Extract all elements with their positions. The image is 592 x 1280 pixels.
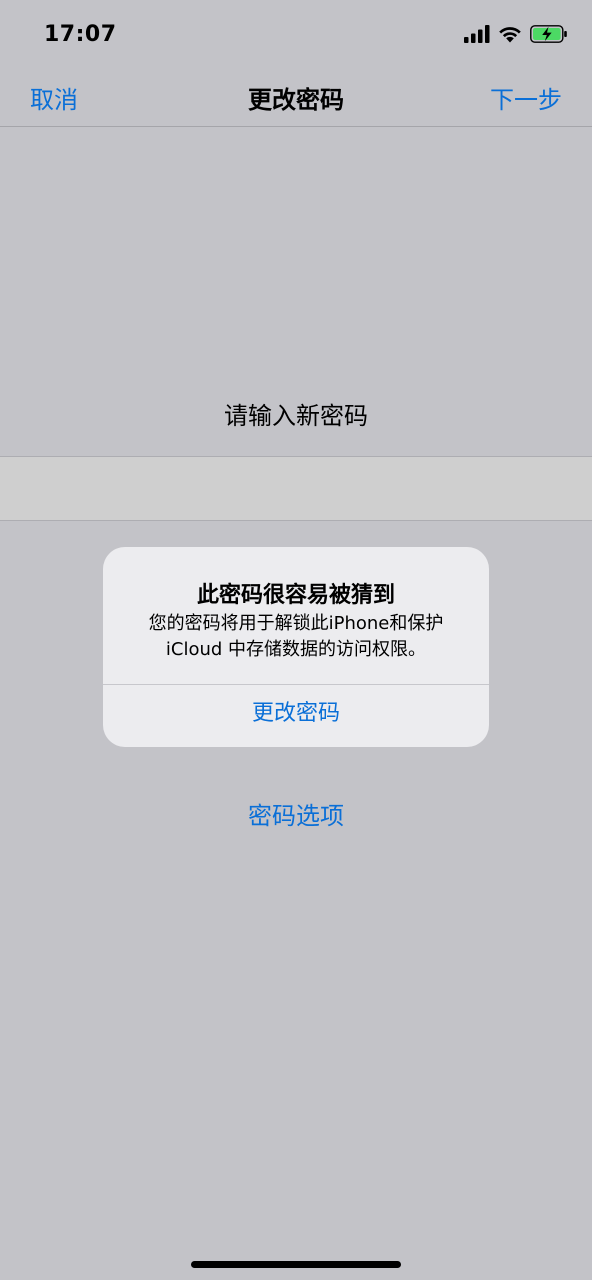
navigation-bar: 取消 更改密码 下一步 — [0, 70, 592, 127]
status-bar: 17:07 — [0, 0, 592, 70]
alert-message: 您的密码将用于解锁此iPhone和保护 iCloud 中存储数据的访问权限。 — [117, 611, 475, 663]
home-indicator[interactable] — [191, 1261, 401, 1268]
battery-charging-icon — [530, 24, 568, 44]
passcode-options-link[interactable]: 密码选项 — [0, 796, 592, 831]
alert-title: 此密码很容易被猜到 — [196, 583, 395, 608]
alert-message-line: iCloud 中存储数据的访问权限。 — [165, 639, 427, 660]
passcode-input-field[interactable] — [0, 456, 592, 521]
status-icons — [464, 24, 568, 44]
cellular-signal-icon — [464, 25, 490, 43]
alert-message-line: 您的密码将用于解锁此iPhone和保护 — [148, 613, 444, 634]
status-time: 17:07 — [44, 22, 117, 47]
new-password-prompt: 请输入新密码 — [224, 402, 368, 430]
next-button[interactable]: 下一步 — [490, 80, 562, 115]
weak-password-alert: 此密码很容易被猜到 您的密码将用于解锁此iPhone和保护 iCloud 中存储… — [103, 547, 489, 747]
wifi-icon — [498, 25, 522, 43]
change-password-button[interactable]: 更改密码 — [103, 685, 489, 747]
